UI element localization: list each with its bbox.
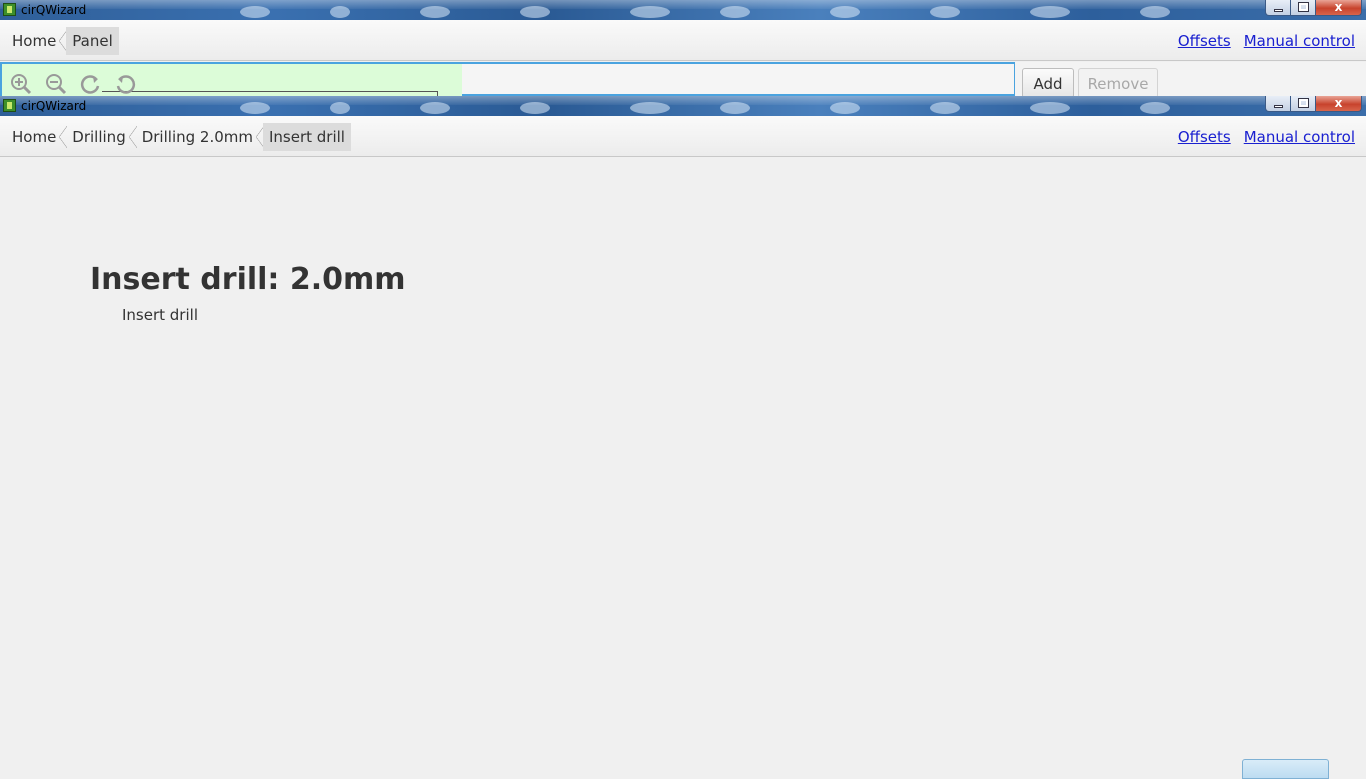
breadcrumb: Home Panel xyxy=(6,20,123,61)
rotate-counterclockwise-icon[interactable] xyxy=(114,73,136,95)
breadcrumb-drilling[interactable]: Drilling xyxy=(66,123,138,151)
window-controls: x xyxy=(1265,96,1362,114)
close-icon: x xyxy=(1334,96,1343,110)
close-icon: x xyxy=(1334,0,1343,14)
maximize-button[interactable] xyxy=(1291,96,1316,112)
next-button[interactable] xyxy=(1242,759,1329,779)
minimize-button[interactable] xyxy=(1265,96,1291,112)
breadcrumb-home[interactable]: Home xyxy=(6,123,68,151)
close-button[interactable]: x xyxy=(1316,96,1362,112)
nav-toolbar: Home Panel Offsets Manual control xyxy=(0,20,1366,61)
minimize-button[interactable] xyxy=(1265,0,1291,16)
close-button[interactable]: x xyxy=(1316,0,1362,16)
panel-canvas[interactable] xyxy=(0,62,1015,96)
remove-button[interactable]: Remove xyxy=(1078,68,1158,96)
foreground-window: cirQWizard x Home Drilling Drilling 2.0m… xyxy=(0,96,1366,779)
panel-editor: Add Remove xyxy=(0,62,1366,96)
page-title: Insert drill: 2.0mm xyxy=(90,262,406,297)
app-icon xyxy=(3,3,16,16)
breadcrumb-insert-drill[interactable]: Insert drill xyxy=(262,122,351,151)
zoom-out-icon[interactable] xyxy=(45,73,67,95)
window-controls: x xyxy=(1265,0,1362,18)
maximize-button[interactable] xyxy=(1291,0,1316,16)
title-bar[interactable]: cirQWizard x xyxy=(0,96,1366,116)
breadcrumb-home[interactable]: Home xyxy=(6,27,68,55)
add-button[interactable]: Add xyxy=(1022,68,1074,96)
nav-toolbar: Home Drilling Drilling 2.0mm Insert dril… xyxy=(0,116,1366,157)
app-icon xyxy=(3,99,16,112)
breadcrumb-drilling-size[interactable]: Drilling 2.0mm xyxy=(136,123,265,151)
background-window: cirQWizard x Home Panel Offsets Manual c… xyxy=(0,0,1366,96)
window-title: cirQWizard xyxy=(21,99,87,113)
offsets-link[interactable]: Offsets xyxy=(1178,32,1231,50)
rotate-clockwise-icon[interactable] xyxy=(80,73,102,95)
instruction-text: Insert drill xyxy=(122,306,198,324)
offsets-link[interactable]: Offsets xyxy=(1178,128,1231,146)
breadcrumb: Home Drilling Drilling 2.0mm Insert dril… xyxy=(6,116,355,157)
title-bar[interactable]: cirQWizard x xyxy=(0,0,1366,20)
zoom-in-icon[interactable] xyxy=(10,73,32,95)
manual-control-link[interactable]: Manual control xyxy=(1244,32,1355,50)
window-title: cirQWizard xyxy=(21,3,87,17)
top-links: Offsets Manual control xyxy=(1178,116,1355,157)
manual-control-link[interactable]: Manual control xyxy=(1244,128,1355,146)
breadcrumb-panel[interactable]: Panel xyxy=(66,26,119,55)
top-links: Offsets Manual control xyxy=(1178,20,1355,61)
